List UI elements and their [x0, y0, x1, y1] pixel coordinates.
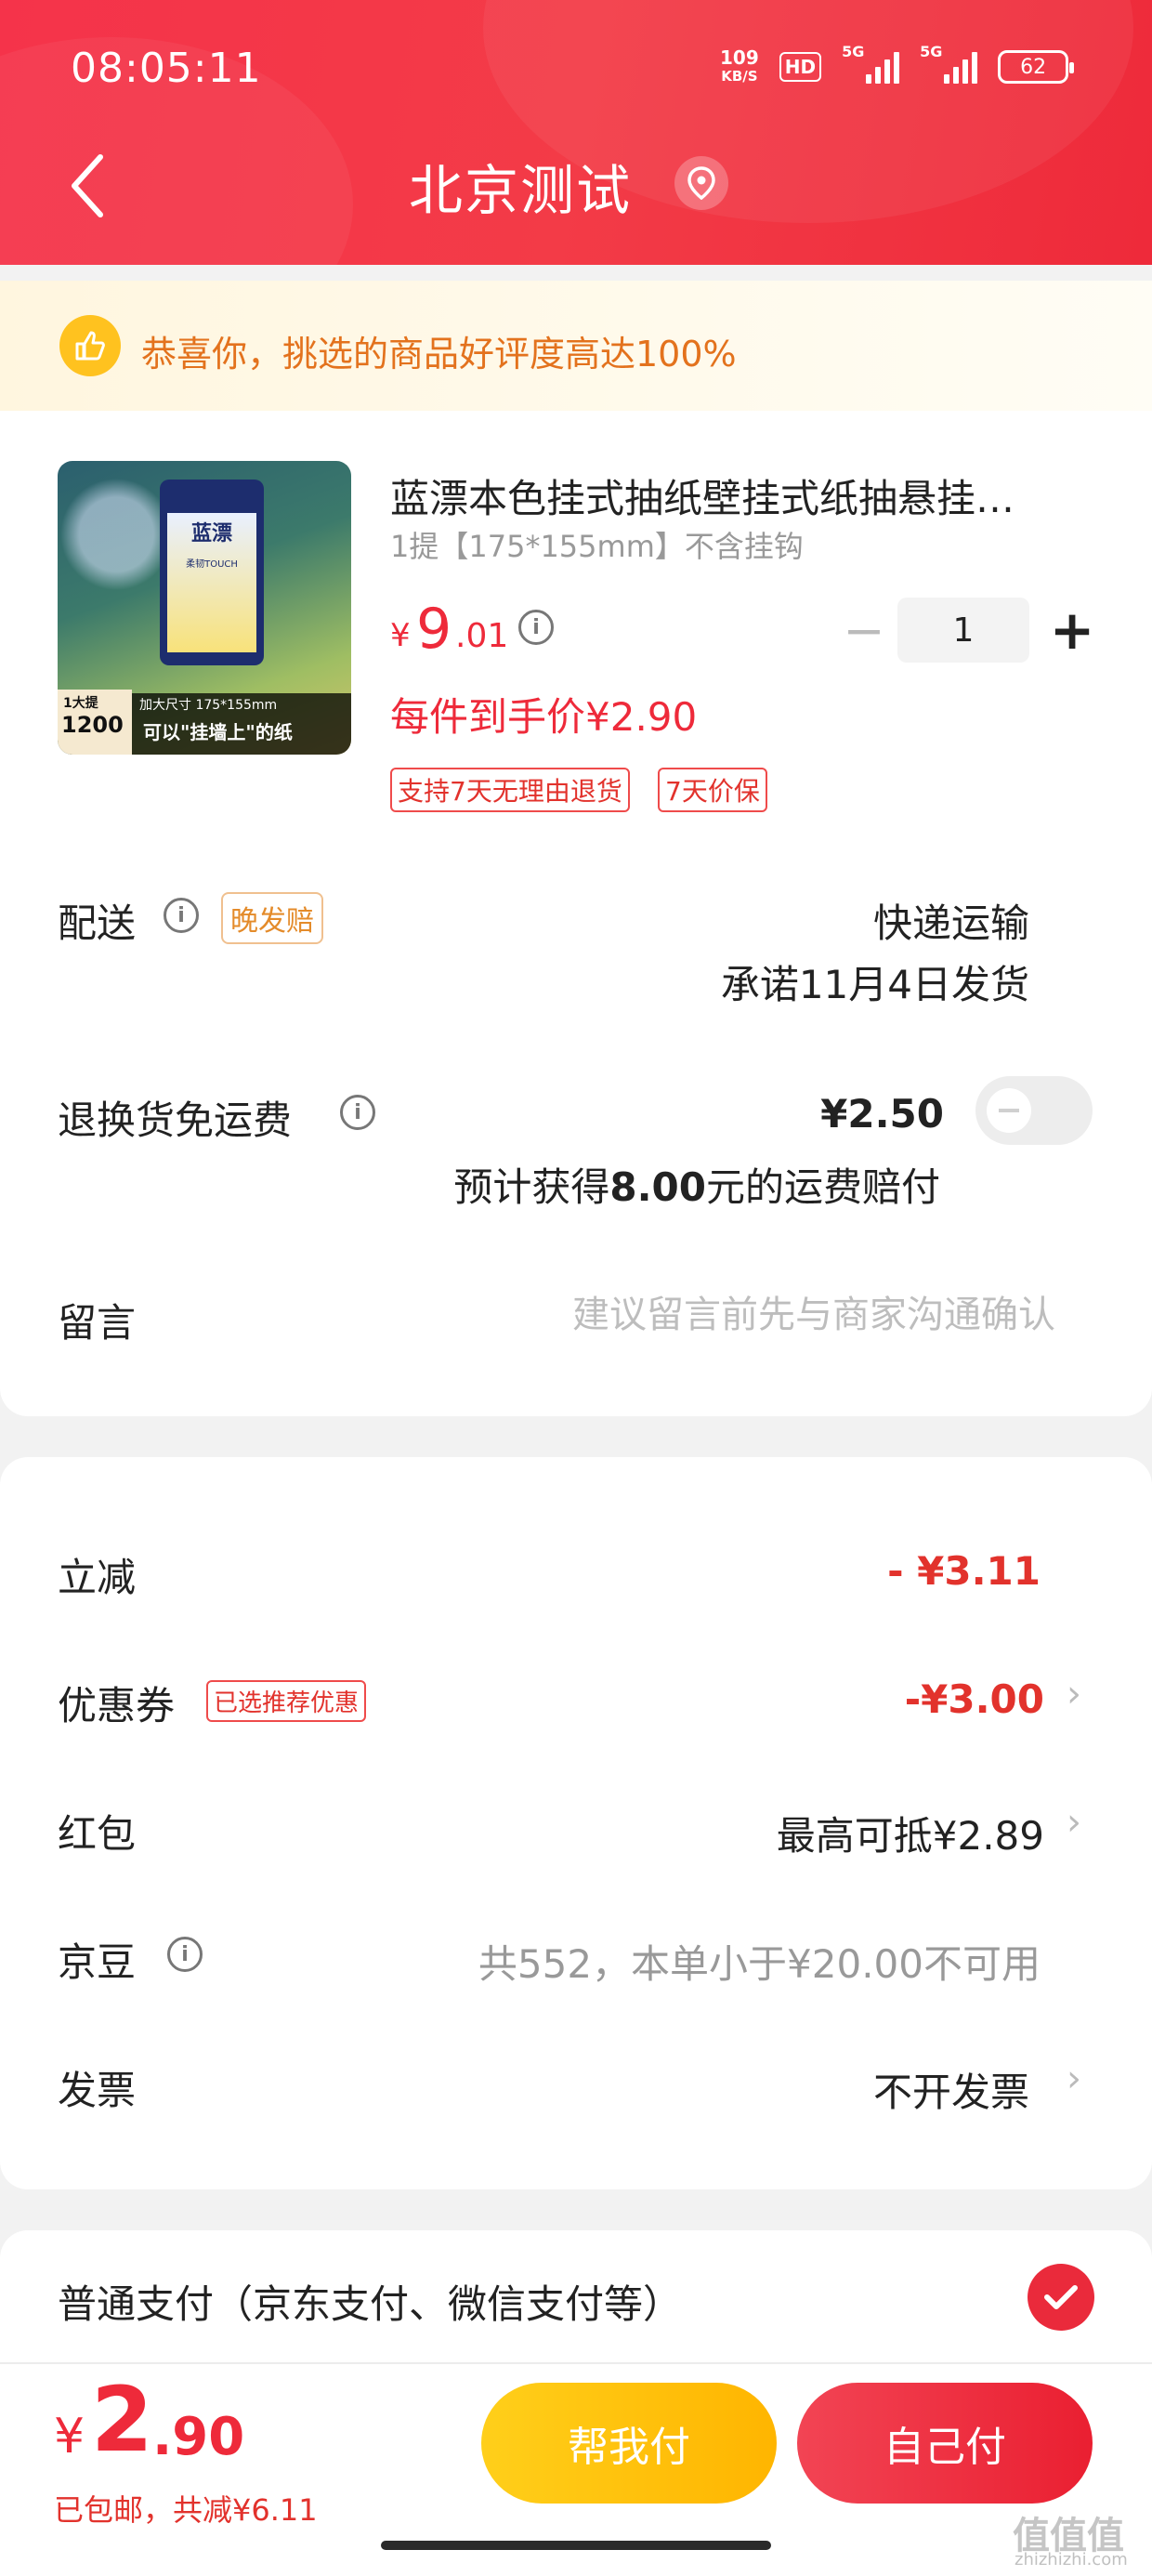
redpacket-label: 红包 — [58, 1811, 137, 1857]
jingdou-value: 共552，本单小于¥20.00不可用 — [478, 1941, 1041, 1987]
thumbs-up-icon — [59, 315, 121, 376]
message-label: 留言 — [58, 1300, 137, 1346]
price-protect-tag: 7天价保 — [658, 768, 767, 812]
back-button[interactable] — [59, 149, 115, 223]
product-spec: 1提【175*155mm】不含挂钩 — [390, 529, 804, 564]
home-indicator[interactable] — [381, 2541, 771, 2550]
coupon-value[interactable]: -¥3.00 — [905, 1676, 1044, 1722]
price-symbol: ¥ — [390, 617, 411, 654]
redpacket-value[interactable]: 最高可抵¥2.89 — [777, 1805, 1044, 1861]
coupon-recommended-tag: 已选推荐优惠 — [206, 1680, 367, 1722]
signal-icon-1: 5G — [842, 43, 900, 84]
return-policy-tag: 支持7天无理由退货 — [390, 768, 630, 812]
quantity-plus-button[interactable]: + — [1042, 598, 1102, 662]
total-decimal: .90 — [152, 2407, 245, 2467]
instant-discount-value: - ¥3.11 — [887, 1548, 1041, 1594]
redpacket-chevron-icon[interactable]: › — [1067, 1801, 1081, 1844]
message-input[interactable] — [390, 1284, 1055, 1346]
location-pin-icon[interactable] — [674, 156, 728, 210]
total-integer: 2 — [91, 2368, 153, 2472]
return-note-amount: 8.00 — [609, 1164, 706, 1210]
self-pay-button[interactable]: 自己付 — [797, 2383, 1093, 2504]
jingdou-info-icon[interactable]: i — [167, 1937, 203, 1972]
delivery-label: 配送 — [58, 900, 137, 946]
product-title[interactable]: 蓝漂本色挂式抽纸壁挂式纸抽悬挂… — [390, 467, 1059, 524]
product-pack: 1大提 — [63, 696, 98, 711]
net-speed-value: 109 — [720, 46, 759, 69]
delivery-info-icon[interactable]: i — [164, 898, 199, 933]
delivery-promise: 承诺11月4日发货 — [720, 962, 1029, 1007]
return-insurance-price: ¥2.50 — [820, 1091, 944, 1137]
checkmark-icon[interactable] — [1028, 2264, 1094, 2331]
price-integer: 9 — [416, 597, 452, 662]
product-brand: 蓝漂 — [190, 522, 232, 545]
invoice-value[interactable]: 不开发票 — [873, 2061, 1029, 2118]
late-compensation-tag[interactable]: 晚发赔 — [221, 892, 323, 944]
praise-text: 恭喜你，挑选的商品好评度高达100% — [141, 334, 737, 375]
product-image[interactable]: 蓝漂 柔韧TOUCH 1大提 1200 加大尺寸 175*155mm 可以"挂墙… — [58, 461, 351, 755]
product-count: 1200 — [61, 712, 124, 738]
product-sub: 柔韧TOUCH — [186, 559, 238, 570]
battery-icon: 62 — [998, 50, 1075, 84]
net-speed-unit: KB/S — [721, 68, 758, 85]
watermark-url: zhizhizhi.com — [1015, 2550, 1128, 2569]
price-info-icon[interactable]: i — [518, 610, 554, 645]
return-note-suffix: 元的运费赔付 — [705, 1164, 940, 1210]
back-arrow-icon — [72, 154, 103, 217]
return-insurance-info-icon[interactable]: i — [340, 1095, 375, 1130]
unit-price: 每件到手价¥2.90 — [390, 694, 698, 740]
status-time: 08:05:11 — [71, 45, 262, 92]
coupon-label: 优惠券 — [58, 1683, 176, 1728]
price-decimal: .01 — [455, 617, 509, 655]
product-slogan: 可以"挂墙上"的纸 — [143, 721, 293, 743]
quantity-input[interactable]: 1 — [897, 598, 1029, 663]
total-symbol: ¥ — [54, 2409, 85, 2464]
jingdou-label: 京豆 — [58, 1939, 137, 1985]
product-size: 加大尺寸 175*155mm — [139, 698, 278, 713]
return-note-prefix: 预计获得 — [453, 1164, 610, 1210]
return-insurance-toggle[interactable] — [975, 1076, 1093, 1145]
quantity-minus-button[interactable]: − — [836, 601, 892, 660]
signal1-label: 5G — [842, 43, 865, 60]
signal2-label: 5G — [920, 43, 943, 60]
coupon-chevron-icon[interactable]: › — [1067, 1673, 1081, 1715]
shipping-discount-note[interactable]: 已包邮，共减¥6.11 — [54, 2487, 318, 2530]
page-title[interactable]: 北京测试 — [409, 147, 632, 225]
delivery-method[interactable]: 快递运输 — [873, 892, 1029, 949]
return-insurance-label: 退换货免运费 — [58, 1097, 293, 1143]
status-icons: 109 KB/S HD 5G 5G 62 — [720, 41, 1075, 93]
header — [0, 0, 1152, 265]
product-package: 蓝漂 柔韧TOUCH — [160, 480, 264, 665]
return-insurance-note: 预计获得8.00元的运费赔付 — [453, 1156, 940, 1213]
invoice-label: 发票 — [58, 2068, 137, 2113]
payment-option-label[interactable]: 普通支付（京东支付、微信支付等） — [58, 2273, 682, 2330]
help-pay-button[interactable]: 帮我付 — [481, 2383, 777, 2504]
signal-icon-2: 5G — [920, 43, 978, 84]
net-speed: 109 KB/S — [720, 48, 759, 85]
hd-icon: HD — [779, 52, 822, 82]
instant-discount-label: 立减 — [58, 1555, 137, 1600]
invoice-chevron-icon[interactable]: › — [1067, 2057, 1081, 2100]
